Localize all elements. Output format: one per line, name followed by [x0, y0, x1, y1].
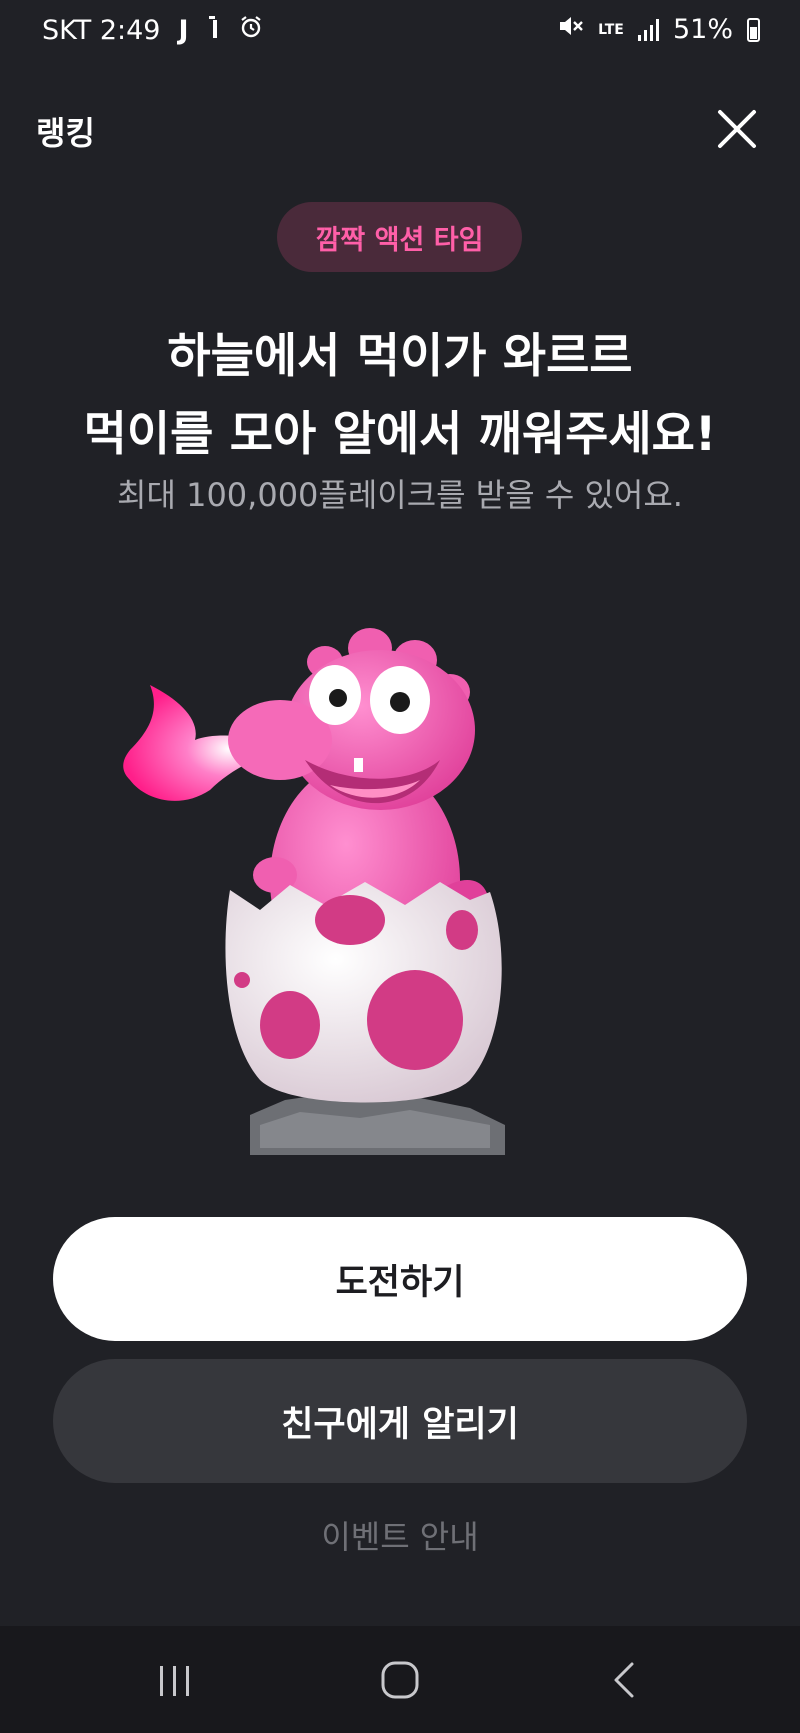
back-button[interactable] [594, 1658, 654, 1702]
battery-percent: 51% [672, 14, 733, 45]
event-badge-label: 깜짝 액션 타임 [315, 224, 484, 256]
lte-icon: LTE [598, 21, 624, 38]
status-bar-left: SKT 2:49 J [42, 14, 263, 47]
system-nav-bar [0, 1626, 800, 1733]
share-with-friends-button-label: 친구에게 알리기 [281, 1404, 519, 1445]
share-with-friends-button[interactable]: 친구에게 알리기 [53, 1359, 747, 1483]
challenge-button-label: 도전하기 [335, 1262, 465, 1303]
mute-icon [558, 14, 584, 45]
close-button[interactable] [712, 104, 762, 154]
home-icon [381, 1661, 419, 1699]
app-header: 랭킹 [0, 100, 800, 160]
reward-description: 최대 100,000플레이크를 받을 수 있어요. [117, 476, 683, 514]
page-title: 랭킹 [36, 114, 95, 152]
alarm-icon [239, 15, 263, 46]
recent-apps-icon [160, 1666, 189, 1696]
headline: 하늘에서 먹이가 와르르 먹이를 모아 알에서 깨워주세요! [0, 318, 800, 474]
home-button[interactable] [370, 1658, 430, 1702]
pink-dragon-hatching-egg-illustration [123, 628, 505, 1155]
challenge-button[interactable]: 도전하기 [53, 1217, 747, 1341]
event-badge: 깜짝 액션 타임 [277, 202, 522, 272]
hero-illustration [110, 620, 580, 1180]
carrier-time: SKT 2:49 [42, 15, 161, 46]
headline-line-2: 먹이를 모아 알에서 깨워주세요! [83, 407, 717, 462]
status-bar-right: LTE 51% [558, 14, 760, 45]
event-info-link[interactable]: 이벤트 안내 [0, 1512, 800, 1558]
signal-icon [637, 18, 659, 41]
battery-icon [747, 17, 760, 42]
notification-icon [207, 14, 221, 47]
headline-line-1: 하늘에서 먹이가 와르르 [167, 329, 633, 384]
recent-apps-button[interactable] [145, 1658, 205, 1702]
j-icon: J [178, 15, 189, 46]
status-bar: SKT 2:49 J LTE 51% [0, 0, 800, 68]
close-icon [718, 110, 756, 148]
back-icon [614, 1662, 634, 1698]
